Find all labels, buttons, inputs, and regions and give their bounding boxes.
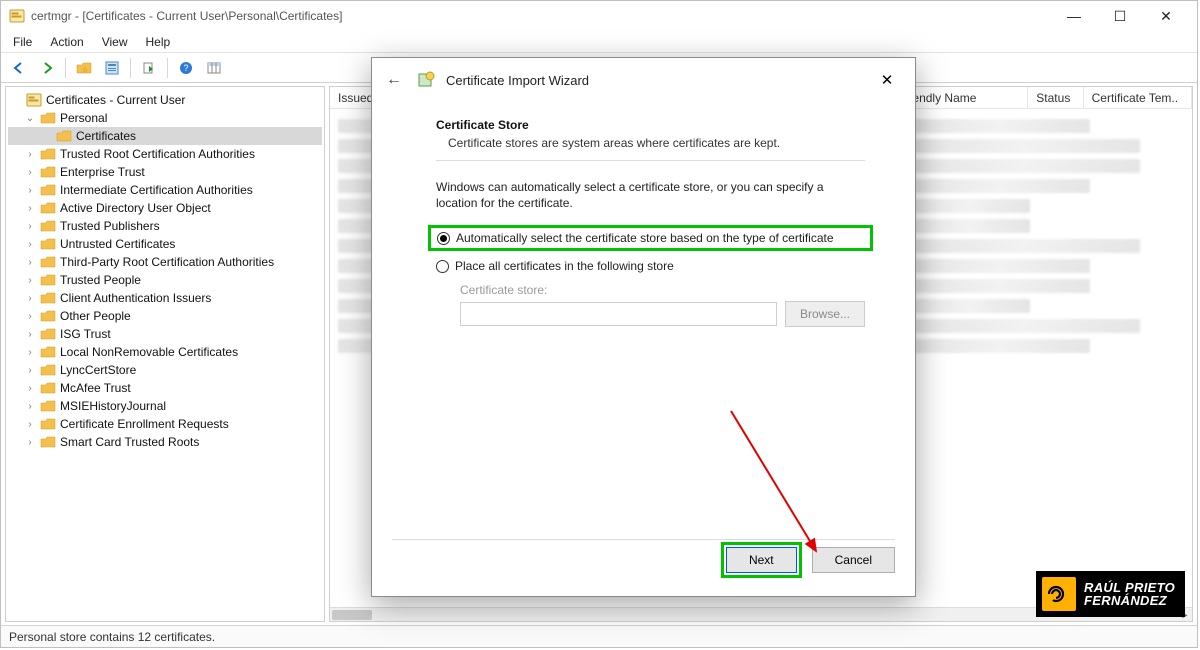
export-button[interactable] (137, 56, 161, 80)
minimize-button[interactable]: — (1051, 1, 1097, 31)
properties-button[interactable] (100, 56, 124, 80)
wizard-paragraph: Windows can automatically select a certi… (436, 179, 865, 211)
tree-item-12[interactable]: ›Local NonRemovable Certificates (8, 343, 322, 361)
close-button[interactable]: ✕ (1143, 1, 1189, 31)
help-button[interactable]: ? (174, 56, 198, 80)
up-button[interactable] (72, 56, 96, 80)
app-icon (9, 8, 25, 24)
wizard-icon (416, 70, 436, 90)
tree-item-6[interactable]: ›Untrusted Certificates (8, 235, 322, 253)
tree-item-13[interactable]: ›LyncCertStore (8, 361, 322, 379)
back-arrow-icon[interactable]: ← (382, 71, 406, 89)
tree-item-14[interactable]: ›McAfee Trust (8, 379, 322, 397)
tree-item-15[interactable]: ›MSIEHistoryJournal (8, 397, 322, 415)
maximize-button[interactable]: ☐ (1097, 1, 1143, 31)
titlebar: certmgr - [Certificates - Current User\P… (1, 1, 1197, 31)
tree-item-10[interactable]: ›Other People (8, 307, 322, 325)
radio-auto-select-label[interactable]: Automatically select the certificate sto… (456, 231, 834, 245)
wizard-heading: Certificate Store (436, 118, 865, 132)
radio-auto-select-highlight: Automatically select the certificate sto… (428, 225, 873, 251)
column-header-3[interactable]: Certificate Tem.. (1084, 87, 1192, 108)
tree-item-7[interactable]: ›Third-Party Root Certification Authorit… (8, 253, 322, 271)
status-bar: Personal store contains 12 certificates. (1, 625, 1197, 647)
tree-item-0-0[interactable]: Certificates (8, 127, 322, 145)
tree-item-5[interactable]: ›Trusted Publishers (8, 217, 322, 235)
forward-button[interactable] (35, 56, 59, 80)
certmgr-window: certmgr - [Certificates - Current User\P… (0, 0, 1198, 648)
watermark: RAÚL PRIETO FERNÁNDEZ (1036, 571, 1185, 617)
wizard-header: ← Certificate Import Wizard ✕ (372, 58, 915, 102)
tree-item-8[interactable]: ›Trusted People (8, 271, 322, 289)
next-button-highlight: Next (721, 542, 802, 578)
certificate-import-wizard: ← Certificate Import Wizard ✕ Certificat… (371, 57, 916, 597)
tree-pane[interactable]: Certificates - Current User⌄PersonalCert… (5, 86, 325, 622)
menu-file[interactable]: File (13, 35, 32, 49)
cancel-button[interactable]: Cancel (812, 547, 895, 573)
radio-manual-store-label[interactable]: Place all certificates in the following … (455, 259, 674, 273)
certificate-store-label: Certificate store: (460, 283, 865, 297)
status-text: Personal store contains 12 certificates. (9, 630, 215, 644)
wizard-subheading: Certificate stores are system areas wher… (436, 136, 865, 150)
back-button[interactable] (7, 56, 31, 80)
watermark-line1: RAÚL PRIETO (1084, 581, 1175, 594)
wizard-title: Certificate Import Wizard (446, 73, 589, 88)
menu-view[interactable]: View (102, 35, 128, 49)
tree-item-4[interactable]: ›Active Directory User Object (8, 199, 322, 217)
tree-item-3[interactable]: ›Intermediate Certification Authorities (8, 181, 322, 199)
scroll-thumb[interactable] (332, 610, 372, 620)
column-header-2[interactable]: Status (1028, 87, 1083, 108)
tree-item-17[interactable]: ›Smart Card Trusted Roots (8, 433, 322, 451)
browse-button: Browse... (785, 301, 865, 327)
tree-item-0[interactable]: ⌄Personal (8, 109, 322, 127)
menu-bar: File Action View Help (1, 31, 1197, 53)
watermark-line2: FERNÁNDEZ (1084, 594, 1175, 607)
window-title: certmgr - [Certificates - Current User\P… (31, 9, 1051, 23)
tree-item-2[interactable]: ›Enterprise Trust (8, 163, 322, 181)
menu-help[interactable]: Help (146, 35, 171, 49)
watermark-icon (1042, 577, 1076, 611)
next-button[interactable]: Next (726, 547, 797, 573)
tree-root[interactable]: Certificates - Current User (8, 91, 322, 109)
tree-item-11[interactable]: ›ISG Trust (8, 325, 322, 343)
tree-item-1[interactable]: ›Trusted Root Certification Authorities (8, 145, 322, 163)
tree-item-16[interactable]: ›Certificate Enrollment Requests (8, 415, 322, 433)
svg-text:?: ? (183, 63, 188, 73)
details-view-button[interactable] (202, 56, 226, 80)
radio-manual-store[interactable] (436, 260, 449, 273)
radio-auto-select[interactable] (437, 232, 450, 245)
menu-action[interactable]: Action (50, 35, 83, 49)
wizard-close-button[interactable]: ✕ (869, 65, 905, 95)
tree-item-9[interactable]: ›Client Authentication Issuers (8, 289, 322, 307)
certificate-store-input (460, 302, 777, 326)
